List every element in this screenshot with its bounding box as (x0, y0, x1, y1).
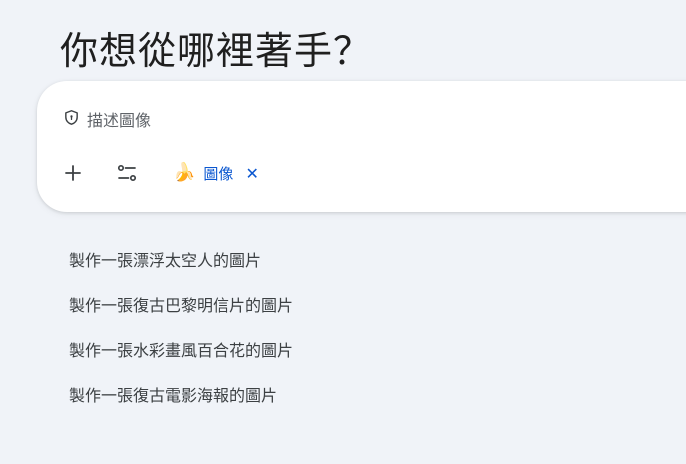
banana-icon: 🍌 (173, 162, 196, 183)
gemini-start-page: 你想從哪裡著手？ 描述圖像 🍌 圖像 ✕ 製作一張漂浮太空人的圖片 製作一張復古… (0, 0, 686, 464)
close-icon[interactable]: ✕ (245, 164, 258, 183)
chip-label: 圖像 (203, 164, 234, 183)
prompt-input[interactable]: 描述圖像 (63, 107, 151, 131)
image-mode-chip[interactable]: 🍌 圖像 ✕ (173, 161, 259, 185)
prompt-composer: 描述圖像 🍌 圖像 ✕ (37, 81, 686, 212)
suggestion-item[interactable]: 製作一張復古電影海報的圖片 (69, 383, 293, 409)
composer-toolbar: 🍌 圖像 ✕ (61, 161, 259, 185)
suggestion-item[interactable]: 製作一張復古巴黎明信片的圖片 (69, 293, 293, 319)
suggestion-list: 製作一張漂浮太空人的圖片 製作一張復古巴黎明信片的圖片 製作一張水彩畫風百合花的… (69, 248, 293, 428)
tools-button[interactable] (115, 161, 139, 185)
prompt-placeholder: 描述圖像 (87, 111, 152, 130)
plus-icon (65, 165, 81, 181)
page-title: 你想從哪裡著手？ (60, 29, 373, 74)
add-button[interactable] (61, 161, 85, 185)
suggestion-item[interactable]: 製作一張漂浮太空人的圖片 (69, 248, 293, 274)
shield-icon (63, 109, 80, 130)
sliders-icon (117, 164, 137, 182)
suggestion-item[interactable]: 製作一張水彩畫風百合花的圖片 (69, 338, 293, 364)
